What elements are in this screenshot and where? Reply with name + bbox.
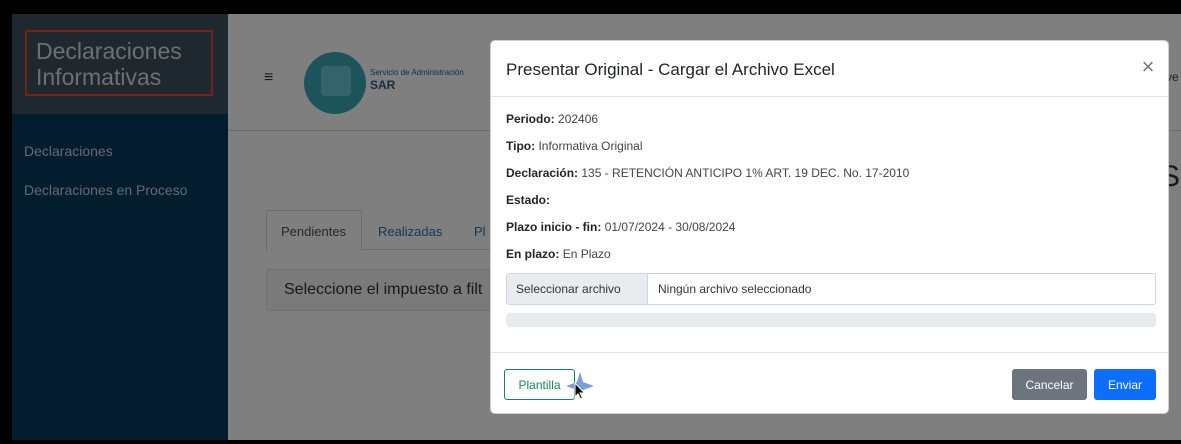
- file-input[interactable]: Seleccionar archivo Ningún archivo selec…: [506, 273, 1156, 305]
- template-button[interactable]: Plantilla: [504, 369, 575, 400]
- field-label: Periodo:: [506, 112, 555, 126]
- field-label: Plazo inicio - fin:: [506, 220, 602, 234]
- dialog-header: Presentar Original - Cargar el Archivo E…: [491, 41, 1168, 97]
- field-label: Tipo:: [506, 139, 536, 153]
- field-value: 135 - RETENCIÓN ANTICIPO 1% ART. 19 DEC.…: [581, 166, 910, 180]
- field-value: En Plazo: [562, 247, 611, 261]
- cancel-button[interactable]: Cancelar: [1012, 369, 1087, 400]
- field-value: 202406: [558, 112, 599, 126]
- field-label: Estado:: [506, 193, 551, 207]
- field-label: En plazo:: [506, 247, 560, 261]
- field-periodo: Periodo: 202406: [506, 112, 598, 126]
- send-button[interactable]: Enviar: [1094, 369, 1156, 400]
- field-plazo: Plazo inicio - fin: 01/07/2024 - 30/08/2…: [506, 220, 735, 234]
- field-value: 01/07/2024 - 30/08/2024: [604, 220, 736, 234]
- field-tipo: Tipo: Informativa Original: [506, 139, 643, 153]
- app-window: Declaraciones Informativas Declaraciones…: [0, 0, 1181, 444]
- field-label: Declaración:: [506, 166, 579, 180]
- mouse-cursor-icon: [574, 382, 586, 400]
- field-value: Informativa Original: [538, 139, 643, 153]
- selected-filename: Ningún archivo seleccionado: [658, 282, 812, 296]
- close-icon[interactable]: ×: [1138, 56, 1158, 78]
- dialog-title: Presentar Original - Cargar el Archivo E…: [506, 60, 835, 79]
- field-en-plazo: En plazo: En Plazo: [506, 247, 611, 261]
- field-declaracion: Declaración: 135 - RETENCIÓN ANTICIPO 1%…: [506, 166, 909, 180]
- field-estado: Estado:: [506, 193, 550, 207]
- upload-progress-bar: [506, 313, 1156, 327]
- left-border: [0, 0, 12, 444]
- bottom-border: [0, 440, 1181, 444]
- top-border: [0, 0, 1181, 14]
- select-file-button[interactable]: Seleccionar archivo: [507, 274, 648, 304]
- upload-dialog: Presentar Original - Cargar el Archivo E…: [490, 40, 1169, 414]
